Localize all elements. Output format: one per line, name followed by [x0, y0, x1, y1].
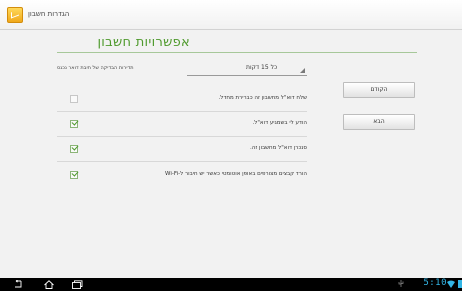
option-sync-row[interactable]: סנכרן דוא"ל מחשבון זה. [57, 137, 307, 162]
check-frequency-dropdown[interactable]: כל 15 דקות [187, 63, 307, 76]
app-title-bar: הגדרות חשבון [0, 0, 462, 30]
battery-icon [458, 280, 462, 288]
send-default-checkbox[interactable] [70, 95, 78, 103]
dropdown-arrow-icon [300, 68, 305, 73]
previous-button[interactable]: הקודם [343, 82, 415, 98]
option-send-default-row[interactable]: שלח דוא"ל מחשבון זה כברירת מחדל. [57, 87, 307, 112]
sync-label: סנכרן דוא"ל מחשבון זה. [249, 145, 307, 151]
system-navigation-bar: 5:10 [0, 278, 462, 291]
sync-checkbox[interactable] [70, 145, 78, 153]
recent-apps-icon[interactable] [71, 280, 83, 289]
check-frequency-row: תדירות הבדיקה של תיבת דואר נכנס כל 15 דק… [57, 63, 307, 76]
notify-checkbox[interactable] [70, 120, 78, 128]
check-frequency-label: תדירות הבדיקה של תיבת דואר נכנס [57, 65, 134, 71]
page-title: אפשרויות חשבון [97, 35, 190, 50]
home-icon[interactable] [43, 280, 55, 289]
usb-icon [398, 280, 404, 287]
option-notify-row[interactable]: הודע לי בשמגיע דוא"ל. [57, 112, 307, 137]
auto-download-label: הורד קבצים מצורפים באופן אוטומטי כאשר יש… [165, 171, 307, 177]
check-frequency-value: כל 15 דקות [246, 64, 278, 71]
option-auto-download-row[interactable]: הורד קבצים מצורפים באופן אוטומטי כאשר יש… [57, 163, 307, 187]
auto-download-checkbox[interactable] [70, 171, 78, 179]
wifi-icon [447, 280, 455, 288]
next-button[interactable]: הבא [343, 114, 415, 130]
email-app-icon [7, 7, 23, 23]
send-default-label: שלח דוא"ל מחשבון זה כברירת מחדל. [218, 95, 307, 101]
heading-divider [57, 52, 417, 53]
notify-label: הודע לי בשמגיע דוא"ל. [252, 120, 307, 126]
account-options-panel: אפשרויות חשבון תדירות הבדיקה של תיבת דוא… [0, 30, 462, 278]
status-clock: 5:10 [423, 278, 447, 288]
app-title: הגדרות חשבון [28, 10, 70, 18]
back-icon[interactable] [12, 280, 24, 289]
